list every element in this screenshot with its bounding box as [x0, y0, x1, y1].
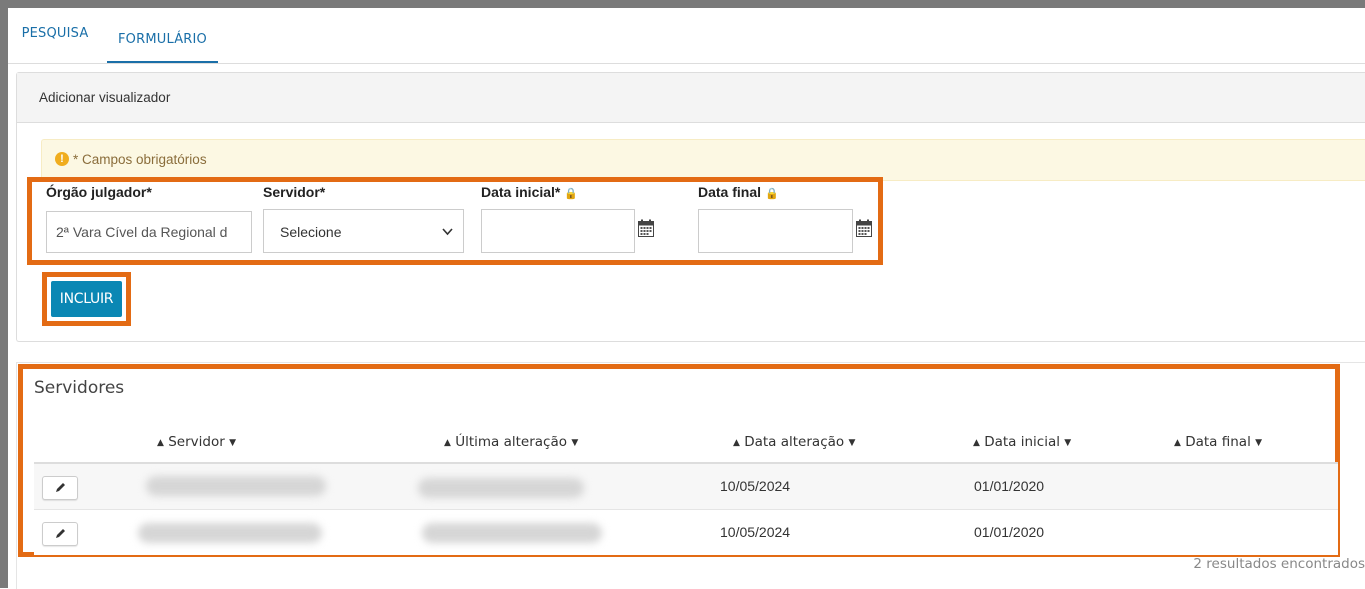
column-header-data-alteracao[interactable]: ▲ Data alteração ▼ [733, 434, 855, 450]
sort-down-icon: ▼ [1255, 438, 1263, 448]
panel-title: Adicionar visualizador [17, 73, 1365, 123]
data-inicial-cell: 01/01/2020 [974, 478, 1045, 494]
sort-down-icon: ▼ [1064, 438, 1072, 448]
calendar-icon[interactable] [638, 219, 654, 237]
data-inicial-input[interactable] [481, 209, 635, 253]
table-row: 10/05/2024 01/01/2020 [34, 464, 1338, 510]
ultima-alteracao-redacted [418, 478, 584, 498]
sort-up-icon: ▲ [444, 438, 451, 448]
sort-down-icon: ▼ [571, 438, 579, 448]
results-count: 2 resultados encontrados [1193, 556, 1365, 572]
tab-formulario[interactable]: FORMULÁRIO [107, 8, 218, 63]
orgao-input[interactable]: 2ª Vara Cível da Regional d [46, 211, 252, 253]
pencil-icon [56, 483, 65, 492]
tab-bar: PESQUISA FORMULÁRIO [8, 8, 1365, 64]
data-inicial-label: Data inicial* 🔒 [481, 184, 579, 200]
edit-button[interactable] [42, 522, 78, 546]
lock-icon: 🔒 [564, 188, 579, 200]
servidor-redacted [138, 523, 322, 543]
results-title: Servidores [34, 378, 125, 398]
lock-icon: 🔒 [765, 188, 779, 200]
data-alteracao-cell: 10/05/2024 [720, 478, 791, 494]
data-alteracao-cell: 10/05/2024 [720, 524, 791, 540]
sort-down-icon: ▼ [848, 438, 856, 448]
window-frame-left [0, 0, 8, 588]
servidor-select[interactable]: Selecione [263, 209, 464, 253]
edit-button[interactable] [42, 476, 78, 500]
sort-up-icon: ▲ [157, 438, 164, 448]
tab-pesquisa[interactable]: PESQUISA [8, 0, 102, 55]
chevron-down-icon [442, 210, 453, 252]
sort-down-icon: ▼ [229, 438, 236, 448]
sort-up-icon: ▲ [1174, 438, 1181, 448]
column-header-data-final[interactable]: ▲ Data final ▼ [1174, 434, 1262, 450]
table-row: 10/05/2024 01/01/2020 [34, 510, 1338, 555]
servidor-label: Servidor* [263, 184, 326, 200]
alert-text: * Campos obrigatórios [73, 152, 207, 167]
column-header-ultima-alteracao[interactable]: ▲ Última alteração ▼ [444, 434, 578, 450]
window-frame-top [0, 0, 1365, 8]
sort-up-icon: ▲ [733, 438, 740, 448]
column-header-data-inicial[interactable]: ▲ Data inicial ▼ [973, 434, 1071, 450]
data-inicial-cell: 01/01/2020 [974, 524, 1045, 540]
servidor-redacted [146, 476, 326, 496]
pencil-icon [56, 529, 65, 538]
data-final-label: Data final 🔒 [698, 184, 779, 200]
sort-up-icon: ▲ [973, 438, 980, 448]
calendar-icon[interactable] [856, 219, 872, 237]
incluir-button[interactable]: INCLUIR [51, 281, 122, 317]
required-fields-alert: ! * Campos obrigatórios [41, 139, 1365, 181]
orgao-label: Órgão julgador* [46, 184, 152, 200]
data-final-input[interactable] [698, 209, 853, 253]
exclamation-circle-icon: ! [55, 152, 69, 166]
ultima-alteracao-redacted [422, 523, 602, 543]
servidor-select-value: Selecione [280, 224, 342, 240]
column-header-servidor[interactable]: ▲ Servidor ▼ [157, 434, 236, 450]
submit-highlight: INCLUIR [42, 272, 131, 326]
